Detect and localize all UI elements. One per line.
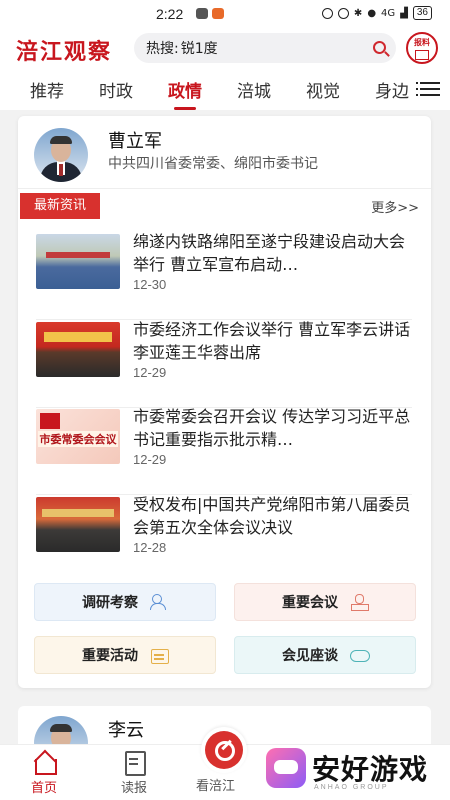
avatar[interactable]: [34, 128, 88, 182]
news-title: 受权发布|中国共产党绵阳市第八届委员会第五次全体会议决议: [133, 495, 411, 537]
home-icon: [32, 751, 57, 775]
category-label: 重要活动: [82, 648, 138, 664]
wechat-icon: [196, 8, 208, 19]
network-icon: 4G: [381, 7, 396, 19]
divider: [18, 188, 431, 189]
category-label: 会见座谈: [282, 648, 338, 664]
baoliao-label: 报料: [414, 38, 430, 47]
nav-label: 首页: [30, 781, 57, 796]
news-thumbnail: 市委常委会会议: [36, 409, 120, 464]
bottom-nav: 首页 读报 看涪江 安好游戏 ANHAO GROUP: [0, 727, 450, 800]
news-item[interactable]: 受权发布|中国共产党绵阳市第八届委员会第五次全体会议决议 12-28: [36, 495, 412, 583]
tab-politics[interactable]: 时政: [99, 77, 133, 102]
app-notification-icon: [212, 8, 224, 19]
watch-fujiang-button[interactable]: [201, 727, 247, 773]
category-research-button[interactable]: 调研考察: [34, 583, 216, 621]
news-title: 绵遂内铁路绵阳至遂宁段建设启动大会举行 曹立军宣布启动…: [133, 232, 406, 274]
tab-visual[interactable]: 视觉: [306, 77, 340, 102]
nav-label: 读报: [120, 781, 147, 796]
category-label: 重要会议: [282, 595, 338, 611]
gamepad-icon: [266, 748, 306, 788]
tab-nearby[interactable]: 身边: [375, 77, 409, 102]
more-link[interactable]: 更多>>: [371, 197, 419, 216]
people-icon: [150, 594, 168, 610]
news-date: 12-30: [133, 277, 167, 292]
thumbnail-caption: 市委常委会会议: [38, 431, 118, 447]
bluetooth-icon: ✱: [353, 7, 363, 19]
signal-icon: ▟: [400, 7, 408, 19]
alarm-icon: [321, 7, 333, 19]
news-item[interactable]: 市委常委会会议 市委常委会召开会议 传达学习习近平总书记重要指示批示精… 12-…: [36, 407, 412, 495]
menu-icon[interactable]: [420, 82, 440, 96]
search-prefix: 热搜:: [146, 41, 179, 57]
category-meetup-button[interactable]: 会见座谈: [234, 636, 416, 674]
search-icon[interactable]: [373, 41, 386, 54]
tab-recommend[interactable]: 推荐: [30, 77, 64, 102]
status-icons: ✱ ● 4G ▟ 36: [321, 6, 432, 20]
newspaper-icon: [122, 751, 146, 776]
app-logo: 涪江观察: [16, 39, 113, 65]
status-time: 2:22: [156, 6, 184, 22]
news-date: 12-29: [133, 365, 167, 380]
party-flag-icon: [40, 413, 60, 429]
news-title: 市委常委会召开会议 传达学习习近平总书记重要指示批示精…: [133, 407, 411, 449]
battery-icon: 36: [412, 6, 432, 20]
newspaper-icon: [415, 50, 429, 60]
nav-label[interactable]: 看涪江: [196, 775, 235, 794]
handshake-icon: [350, 647, 370, 663]
latest-news-badge: 最新资讯: [20, 193, 100, 219]
watermark-logo: 安好游戏 ANHAO GROUP: [266, 746, 436, 792]
watermark-subtitle: ANHAO GROUP: [314, 784, 389, 791]
news-date: 12-29: [133, 452, 167, 467]
channel-tabs: 推荐 时政 政情 涪城 视觉 身边: [0, 68, 450, 110]
calendar-icon: [150, 647, 169, 664]
nav-home[interactable]: 首页: [14, 751, 74, 796]
app-header: 涪江观察 热搜: 锐1度 报料: [0, 28, 450, 68]
mute-icon: [337, 7, 349, 19]
tab-government[interactable]: 政情: [168, 77, 202, 102]
leader-card: 曹立军 中共四川省委常委、绵阳市委书记 最新资讯 更多>> 绵遂内铁路绵阳至遂宁…: [18, 116, 431, 688]
search-hot-query: 锐1度: [180, 41, 218, 57]
category-activity-button[interactable]: 重要活动: [34, 636, 216, 674]
status-bar: 2:22 ✱ ● 4G ▟ 36: [0, 0, 450, 28]
leader-title: 中共四川省委常委、绵阳市委书记: [108, 156, 318, 172]
nav-read-paper[interactable]: 读报: [104, 751, 164, 796]
category-meeting-button[interactable]: 重要会议: [234, 583, 416, 621]
news-item[interactable]: 绵遂内铁路绵阳至遂宁段建设启动大会举行 曹立军宣布启动… 12-30: [36, 232, 412, 320]
compass-icon: [205, 731, 243, 769]
news-thumbnail: [36, 497, 120, 552]
news-item[interactable]: 市委经济工作会议举行 曹立军李云讲话 李亚莲王华蓉出席 12-29: [36, 320, 412, 408]
news-thumbnail: [36, 322, 120, 377]
watermark-title: 安好游戏: [312, 753, 429, 786]
news-thumbnail: [36, 234, 120, 289]
stamp-icon: [350, 594, 369, 611]
leader-name[interactable]: 李云: [108, 716, 144, 742]
baoliao-button[interactable]: 报料: [406, 32, 438, 64]
search-bar[interactable]: 热搜: 锐1度: [134, 33, 396, 63]
leader-name[interactable]: 曹立军: [108, 127, 162, 153]
news-title: 市委经济工作会议举行 曹立军李云讲话 李亚莲王华蓉出席: [133, 320, 411, 362]
location-icon: ●: [367, 7, 377, 19]
news-date: 12-28: [133, 540, 167, 555]
category-label: 调研考察: [82, 595, 138, 611]
tab-fucheng[interactable]: 涪城: [237, 77, 271, 102]
